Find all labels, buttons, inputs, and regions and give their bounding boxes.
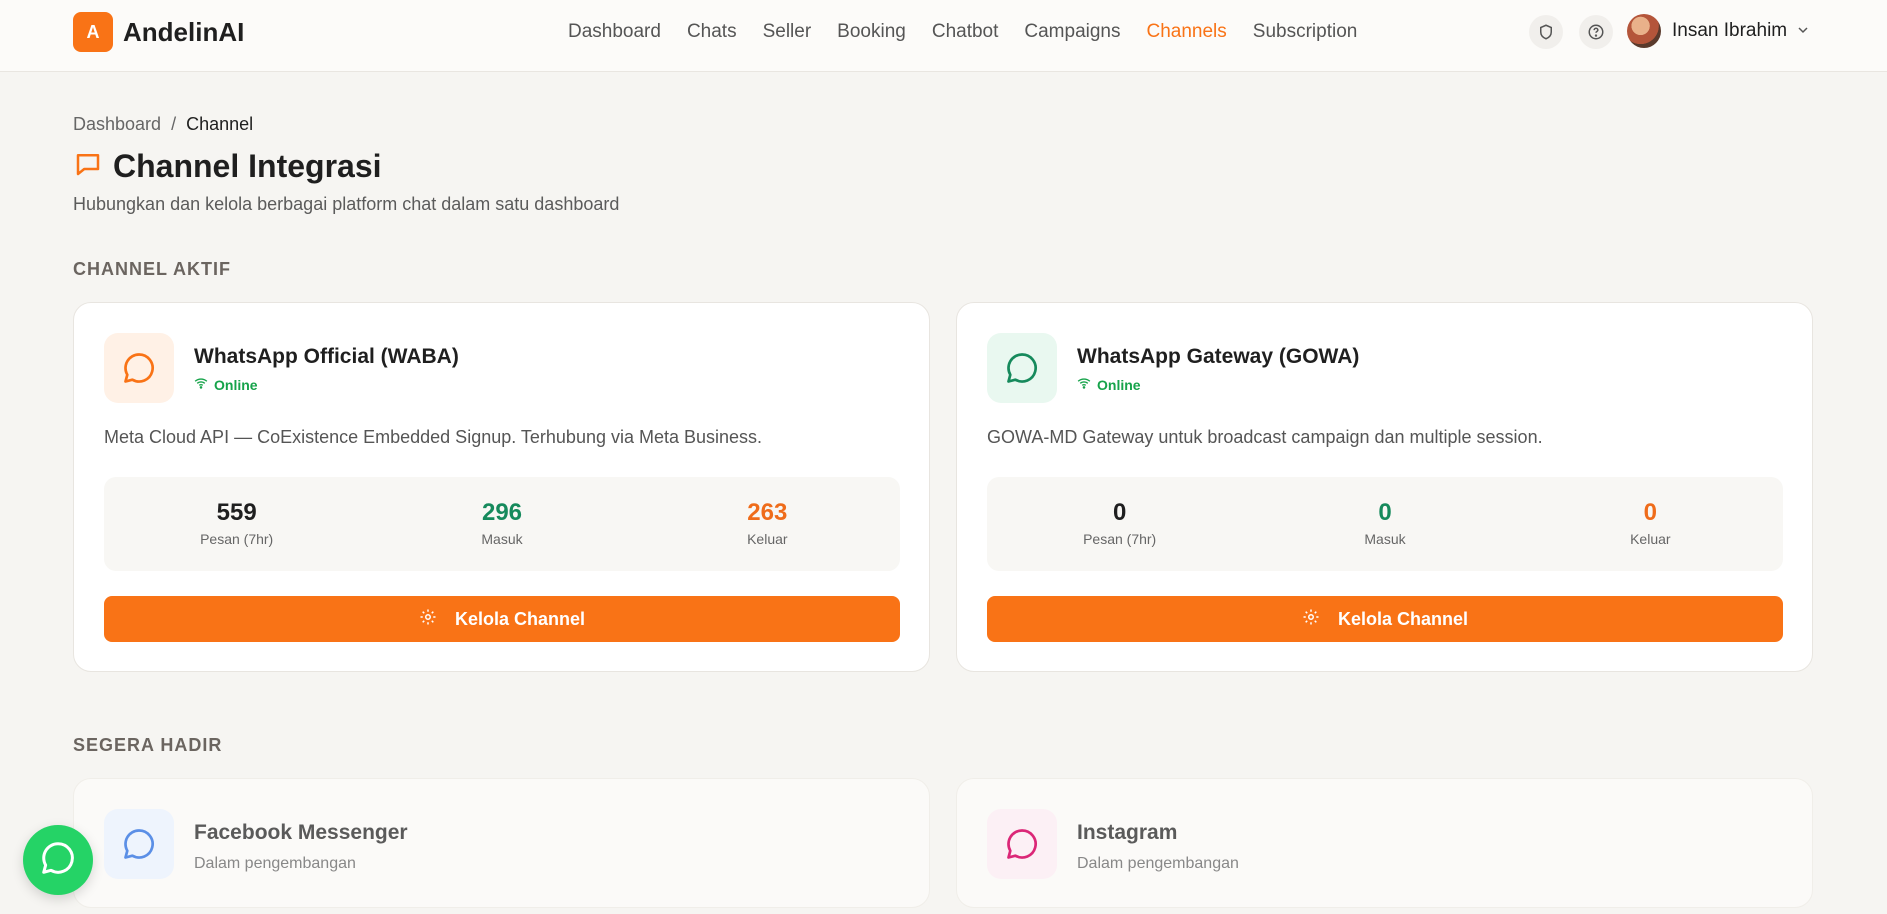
stat-value: 263 [747,499,788,526]
chat-icon [104,333,174,403]
channel-title: Instagram [1077,821,1178,844]
channel-card-gowa: WhatsApp Gateway (GOWA) Online GOWA-MD G… [956,302,1813,672]
stat-outgoing: 263 Keluar [635,477,900,571]
wifi-icon [194,376,208,393]
button-label: Kelola Channel [1337,608,1469,629]
chevron-down-icon[interactable] [1795,22,1811,43]
whatsapp-icon [39,839,77,882]
coming-soon-card-messenger: Facebook Messenger Dalam pengembangan [73,778,930,908]
coming-soon-card-instagram: Instagram Dalam pengembangan [956,778,1813,908]
user-name[interactable]: Insan Ibrahim [1672,20,1787,42]
stat-label: Masuk [481,531,523,547]
gear-icon [1302,608,1320,631]
manage-channel-button[interactable]: Kelola Channel [104,596,900,642]
page-title-row: Channel Integrasi [73,148,382,185]
breadcrumb-dashboard[interactable]: Dashboard [73,114,161,135]
nav-subscription[interactable]: Subscription [1240,20,1371,44]
nav-campaigns[interactable]: Campaigns [1011,20,1133,44]
chat-icon [987,809,1057,879]
channel-card-waba: WhatsApp Official (WABA) Online Meta Clo… [73,302,930,672]
stat-incoming: 296 Masuk [369,477,634,571]
brand-name[interactable]: AndelinAI [123,17,244,48]
breadcrumb-separator: / [171,114,177,134]
chat-bubble-icon [73,149,103,184]
top-navbar: A AndelinAI Dashboard Chats Seller Booki… [0,0,1887,72]
nav-dashboard[interactable]: Dashboard [555,20,674,44]
channel-description: GOWA-MD Gateway untuk broadcast campaign… [987,427,1543,447]
stat-label: Keluar [1630,531,1671,547]
chat-icon [987,333,1057,403]
stat-value: 0 [1378,499,1392,526]
nav-channels[interactable]: Channels [1134,20,1240,44]
stat-label: Pesan (7hr) [200,531,274,547]
breadcrumb-current: Channel [186,114,254,134]
nav-seller[interactable]: Seller [750,20,825,44]
stat-outgoing: 0 Keluar [1518,477,1783,571]
channel-subtitle: Dalam pengembangan [194,855,356,872]
gear-icon [419,608,437,631]
nav-booking[interactable]: Booking [824,20,919,44]
stat-value: 0 [1112,499,1127,526]
stat-value: 296 [481,499,523,526]
logo-icon[interactable]: A [73,12,113,52]
stat-label: Keluar [747,531,788,547]
stat-incoming: 0 Masuk [1252,477,1517,571]
stat-value: 559 [216,499,257,526]
help-icon[interactable] [1579,15,1613,49]
avatar[interactable] [1627,14,1661,48]
section-label-active: CHANNEL AKTIF [73,259,231,279]
status-badge: Online [1077,376,1141,393]
whatsapp-chat-button[interactable] [23,825,93,895]
status-badge: Online [194,376,258,393]
stat-value: 0 [1643,499,1657,526]
stat-label: Pesan (7hr) [1083,531,1157,547]
channel-stats: 0 Pesan (7hr) 0 Masuk 0 Keluar [987,477,1783,571]
channel-stats: 559 Pesan (7hr) 296 Masuk 263 Keluar [104,477,900,571]
channel-subtitle: Dalam pengembangan [1077,855,1239,872]
manage-channel-button[interactable]: Kelola Channel [987,596,1783,642]
channel-description: Meta Cloud API — CoExistence Embedded Si… [104,427,763,447]
chat-icon [104,809,174,879]
stat-label: Masuk [1364,531,1406,547]
button-label: Kelola Channel [454,608,586,629]
page-title: Channel Integrasi [113,148,382,184]
status-text: Online [214,376,258,393]
wifi-icon [1077,376,1091,393]
nav-chatbot[interactable]: Chatbot [919,20,1012,44]
breadcrumb: Dashboard / Channel [73,114,253,135]
stat-messages: 559 Pesan (7hr) [104,477,369,571]
channel-title: WhatsApp Official (WABA) [194,345,459,368]
status-text: Online [1097,376,1141,393]
shield-icon[interactable] [1529,15,1563,49]
channel-title: WhatsApp Gateway (GOWA) [1077,345,1360,368]
section-label-soon: SEGERA HADIR [73,735,223,755]
page-subtitle: Hubungkan dan kelola berbagai platform c… [73,194,620,214]
nav-chats[interactable]: Chats [674,20,750,44]
stat-messages: 0 Pesan (7hr) [987,477,1252,571]
channel-title: Facebook Messenger [194,821,408,844]
main-nav: Dashboard Chats Seller Booking Chatbot C… [555,20,1370,44]
